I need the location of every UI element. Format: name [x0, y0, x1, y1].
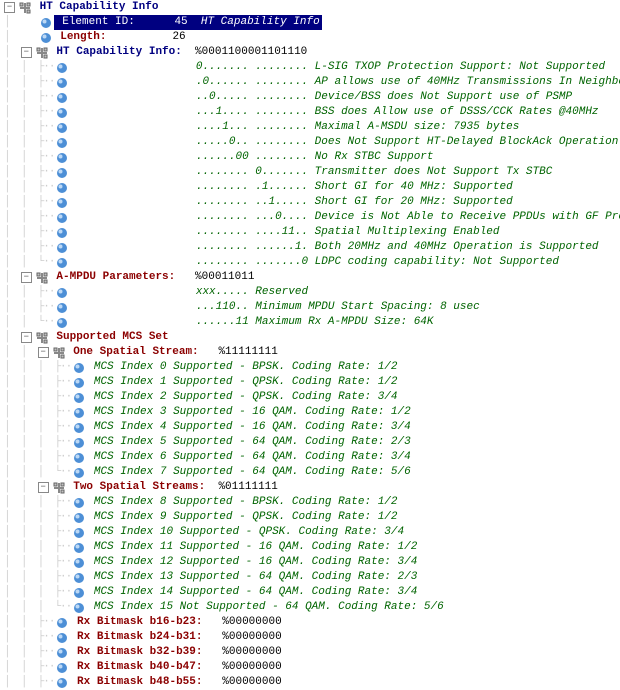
node-mcs-set[interactable]: │ Supported MCS Set — [4, 330, 620, 345]
toggle-icon[interactable] — [38, 347, 49, 358]
sphere-icon — [73, 512, 85, 524]
sphere-icon — [56, 92, 68, 104]
sphere-icon — [56, 632, 68, 644]
bitfield-line[interactable]: │ │ ├·· ...1.... ........ BSS does Allow… — [4, 105, 620, 120]
rx-bitmask-line[interactable]: │ │ ├·· Rx Bitmask b24-b31: %00000000 — [4, 630, 620, 645]
bitfield-line[interactable]: │ │ ├·· .0...... ........ AP allows use … — [4, 75, 620, 90]
sphere-icon — [56, 227, 68, 239]
toggle-icon[interactable] — [21, 272, 32, 283]
sphere-icon — [56, 317, 68, 329]
branch-icon — [53, 482, 65, 494]
bitfield-line[interactable]: │ │ ├·· xxx..... Reserved — [4, 285, 620, 300]
sphere-icon — [56, 257, 68, 269]
sphere-icon — [40, 17, 52, 29]
bitfield-line[interactable]: │ │ ├·· ........ .1...... Short GI for 4… — [4, 180, 620, 195]
tree-root: HT Capability Info│ Element ID: 45 HT Ca… — [0, 0, 620, 690]
sphere-icon — [73, 362, 85, 374]
sphere-icon — [73, 437, 85, 449]
node-spatial-stream[interactable]: │ │ Two Spatial Streams: %01111111 — [4, 480, 620, 495]
bitfield-line[interactable]: │ │ └·· ........ .......0 LDPC coding ca… — [4, 255, 620, 270]
bitfield-line[interactable]: │ │ ├·· .....0.. ........ Does Not Suppo… — [4, 135, 620, 150]
sphere-icon — [56, 242, 68, 254]
rx-bitmask-line[interactable]: │ │ ├·· Rx Bitmask b32-b39: %00000000 — [4, 645, 620, 660]
bitfield-line[interactable]: │ │ ├·· ........ ....11.. Spatial Multip… — [4, 225, 620, 240]
mcs-index-line[interactable]: │ │ │ ├·· MCS Index 10 Supported - QPSK.… — [4, 525, 620, 540]
branch-icon — [53, 347, 65, 359]
sphere-icon — [73, 422, 85, 434]
sphere-icon — [56, 647, 68, 659]
sphere-icon — [56, 182, 68, 194]
sphere-icon — [56, 167, 68, 179]
sphere-icon — [56, 197, 68, 209]
mcs-index-line[interactable]: │ │ │ ├·· MCS Index 6 Supported - 64 QAM… — [4, 450, 620, 465]
sphere-icon — [56, 137, 68, 149]
node-element-id[interactable]: │ Element ID: 45 HT Capability Info — [4, 15, 620, 30]
mcs-index-line[interactable]: │ │ │ ├·· MCS Index 14 Supported - 64 QA… — [4, 585, 620, 600]
toggle-icon[interactable] — [21, 332, 32, 343]
mcs-index-line[interactable]: │ │ │ ├·· MCS Index 1 Supported - QPSK. … — [4, 375, 620, 390]
bitfield-line[interactable]: │ │ ├·· 0....... ........ L-SIG TXOP Pro… — [4, 60, 620, 75]
sphere-icon — [56, 302, 68, 314]
sphere-icon — [56, 287, 68, 299]
bitfield-line[interactable]: │ │ ├·· ........ ..1..... Short GI for 2… — [4, 195, 620, 210]
sphere-icon — [56, 662, 68, 674]
sphere-icon — [73, 527, 85, 539]
mcs-index-line[interactable]: │ │ │ ├·· MCS Index 11 Supported - 16 QA… — [4, 540, 620, 555]
sphere-icon — [73, 587, 85, 599]
mcs-index-line[interactable]: │ │ │ ├·· MCS Index 9 Supported - QPSK. … — [4, 510, 620, 525]
bitfield-line[interactable]: │ │ ├·· ........ ...0.... Device is Not … — [4, 210, 620, 225]
bitfield-line[interactable]: │ │ ├·· ....1... ........ Maximal A-MSDU… — [4, 120, 620, 135]
mcs-index-line[interactable]: │ │ │ ├·· MCS Index 2 Supported - QPSK. … — [4, 390, 620, 405]
bitfield-line[interactable]: │ │ ├·· ........ 0....... Transmitter do… — [4, 165, 620, 180]
toggle-icon[interactable] — [38, 482, 49, 493]
mcs-index-line[interactable]: │ │ │ ├·· MCS Index 12 Supported - 16 QA… — [4, 555, 620, 570]
sphere-icon — [73, 542, 85, 554]
sphere-icon — [73, 557, 85, 569]
bitfield-line[interactable]: │ │ └·· ......11 Maximum Rx A-MPDU Size:… — [4, 315, 620, 330]
sphere-icon — [56, 152, 68, 164]
branch-icon — [36, 332, 48, 344]
branch-icon — [36, 272, 48, 284]
mcs-index-line[interactable]: │ │ │ ├·· MCS Index 8 Supported - BPSK. … — [4, 495, 620, 510]
sphere-icon — [73, 467, 85, 479]
sphere-icon — [56, 62, 68, 74]
mcs-index-line[interactable]: │ │ │ ├·· MCS Index 13 Supported - 64 QA… — [4, 570, 620, 585]
sphere-icon — [73, 392, 85, 404]
node-ampdu[interactable]: │ A-MPDU Parameters: %00011011 — [4, 270, 620, 285]
mcs-index-line[interactable]: │ │ │ ├·· MCS Index 4 Supported - 16 QAM… — [4, 420, 620, 435]
branch-icon — [36, 47, 48, 59]
sphere-icon — [73, 407, 85, 419]
branch-icon — [19, 2, 31, 14]
mcs-index-line[interactable]: │ │ │ └·· MCS Index 7 Supported - 64 QAM… — [4, 465, 620, 480]
rx-bitmask-line[interactable]: │ │ ├·· Rx Bitmask b40-b47: %00000000 — [4, 660, 620, 675]
rx-bitmask-line[interactable]: │ │ ├·· Rx Bitmask b48-b55: %00000000 — [4, 675, 620, 690]
sphere-icon — [73, 452, 85, 464]
mcs-index-line[interactable]: │ │ │ ├·· MCS Index 5 Supported - 64 QAM… — [4, 435, 620, 450]
mcs-index-line[interactable]: │ │ │ ├·· MCS Index 0 Supported - BPSK. … — [4, 360, 620, 375]
node-ht-cap-info[interactable]: │ HT Capability Info: %0001100001101110 — [4, 45, 620, 60]
node-length[interactable]: │ Length: 26 — [4, 30, 620, 45]
node-spatial-stream[interactable]: │ │ One Spatial Stream: %11111111 — [4, 345, 620, 360]
sphere-icon — [73, 602, 85, 614]
sphere-icon — [56, 77, 68, 89]
sphere-icon — [56, 212, 68, 224]
rx-bitmask-line[interactable]: │ │ ├·· Rx Bitmask b16-b23: %00000000 — [4, 615, 620, 630]
toggle-icon[interactable] — [21, 47, 32, 58]
sphere-icon — [56, 107, 68, 119]
toggle-icon[interactable] — [4, 2, 15, 13]
node-root[interactable]: HT Capability Info — [4, 0, 620, 15]
bitfield-line[interactable]: │ │ ├·· ...110.. Minimum MPDU Start Spac… — [4, 300, 620, 315]
bitfield-line[interactable]: │ │ ├·· ........ ......1. Both 20MHz and… — [4, 240, 620, 255]
mcs-index-line[interactable]: │ │ │ ├·· MCS Index 3 Supported - 16 QAM… — [4, 405, 620, 420]
sphere-icon — [56, 617, 68, 629]
sphere-icon — [73, 497, 85, 509]
bitfield-line[interactable]: │ │ ├·· ......00 ........ No Rx STBC Sup… — [4, 150, 620, 165]
sphere-icon — [40, 32, 52, 44]
sphere-icon — [56, 122, 68, 134]
sphere-icon — [73, 572, 85, 584]
bitfield-line[interactable]: │ │ ├·· ..0..... ........ Device/BSS doe… — [4, 90, 620, 105]
sphere-icon — [56, 677, 68, 689]
mcs-index-line[interactable]: │ │ │ └·· MCS Index 15 Not Supported - 6… — [4, 600, 620, 615]
sphere-icon — [73, 377, 85, 389]
